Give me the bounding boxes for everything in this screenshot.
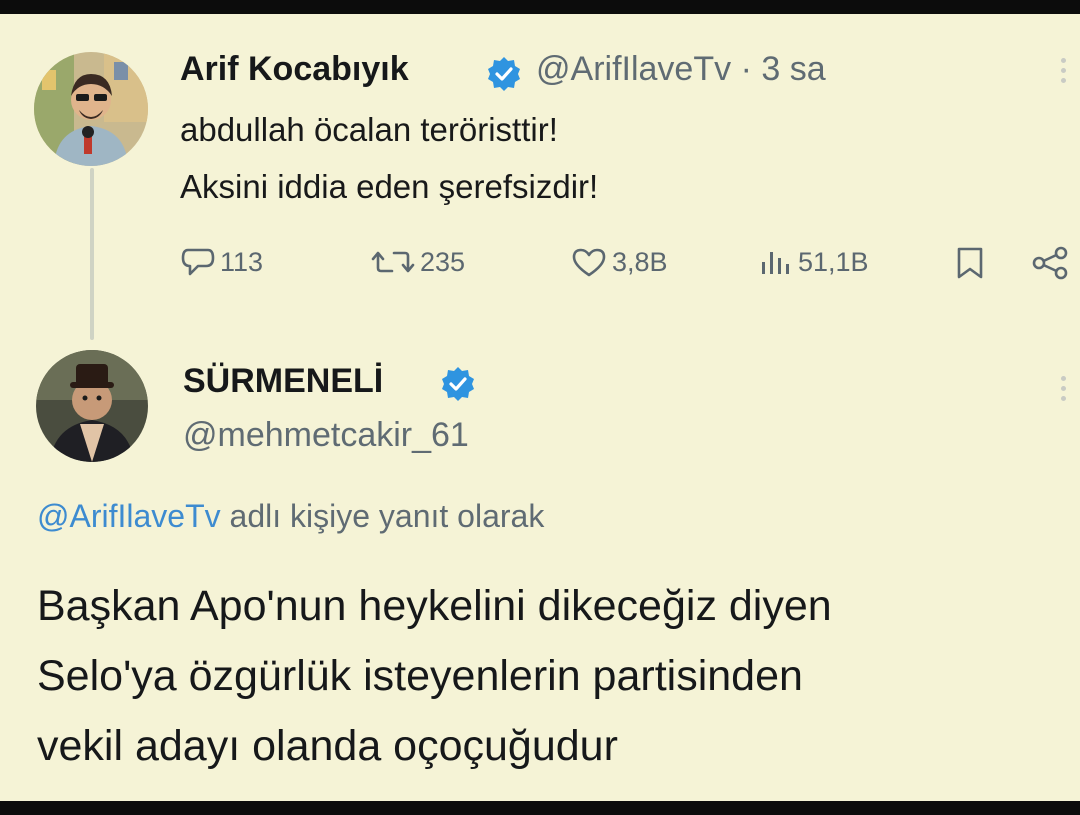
reply-text-line-3: vekil adayı olanda oçoçuğudur — [37, 722, 618, 770]
verified-badge-icon — [442, 367, 474, 401]
views-icon — [762, 252, 789, 274]
verified-badge-icon — [488, 57, 520, 91]
more-icon[interactable] — [1060, 58, 1068, 88]
reply-button[interactable]: 113 — [180, 246, 263, 278]
avatar-surmeneli[interactable] — [36, 350, 148, 462]
tweet-time[interactable]: 3 sa — [761, 50, 825, 88]
bookmark-icon — [957, 247, 983, 279]
reply-icon — [181, 248, 215, 276]
separator: · — [740, 50, 752, 88]
tweet-text-line-1: abdullah öcalan teröristtir! — [180, 111, 558, 148]
views-count: 51,1B — [798, 246, 869, 277]
like-button[interactable]: 3,8B — [570, 246, 668, 278]
share-button[interactable] — [1030, 246, 1070, 280]
reply-mention-link[interactable]: @ArifIlaveTv — [37, 498, 221, 534]
tweet-text-line-2: Aksini iddia eden şerefsizdir! — [180, 168, 599, 205]
reply-count: 113 — [220, 246, 264, 277]
author-name[interactable]: Arif Kocabıyık — [180, 50, 409, 89]
reply-author-handle[interactable]: @mehmetcakir_61 — [183, 416, 469, 455]
avatar-arif[interactable] — [34, 52, 148, 166]
retweet-icon — [371, 251, 415, 273]
reply-author-name[interactable]: SÜRMENELİ — [183, 362, 383, 401]
top-border — [0, 0, 1080, 14]
reply-tweet-text: Başkan Apo'nun heykelini dikeceğiz diyen… — [37, 571, 832, 781]
handle-text: @ArifIlaveTv — [536, 50, 732, 88]
retweet-count: 235 — [420, 246, 466, 277]
share-icon — [1032, 246, 1068, 280]
reply-context-text: adlı kişiye yanıt olarak — [220, 498, 545, 534]
like-count: 3,8B — [612, 246, 668, 277]
thread-connector-line — [90, 168, 94, 340]
reply-text-line-1: Başkan Apo'nun heykelini dikeceğiz diyen — [37, 582, 832, 630]
bookmark-button[interactable] — [954, 246, 986, 280]
like-icon — [572, 248, 606, 277]
views-button[interactable]: 51,1B — [758, 246, 869, 278]
reply-text-line-2: Selo'ya özgürlük isteyenlerin partisinde… — [37, 652, 803, 700]
more-icon[interactable] — [1060, 376, 1068, 406]
bottom-border — [0, 801, 1080, 815]
author-handle[interactable]: @ArifIlaveTv · 3 sa — [536, 50, 826, 89]
retweet-button[interactable]: 235 — [370, 246, 465, 278]
replying-to-line: @ArifIlaveTv adlı kişiye yanıt olarak — [37, 498, 544, 535]
